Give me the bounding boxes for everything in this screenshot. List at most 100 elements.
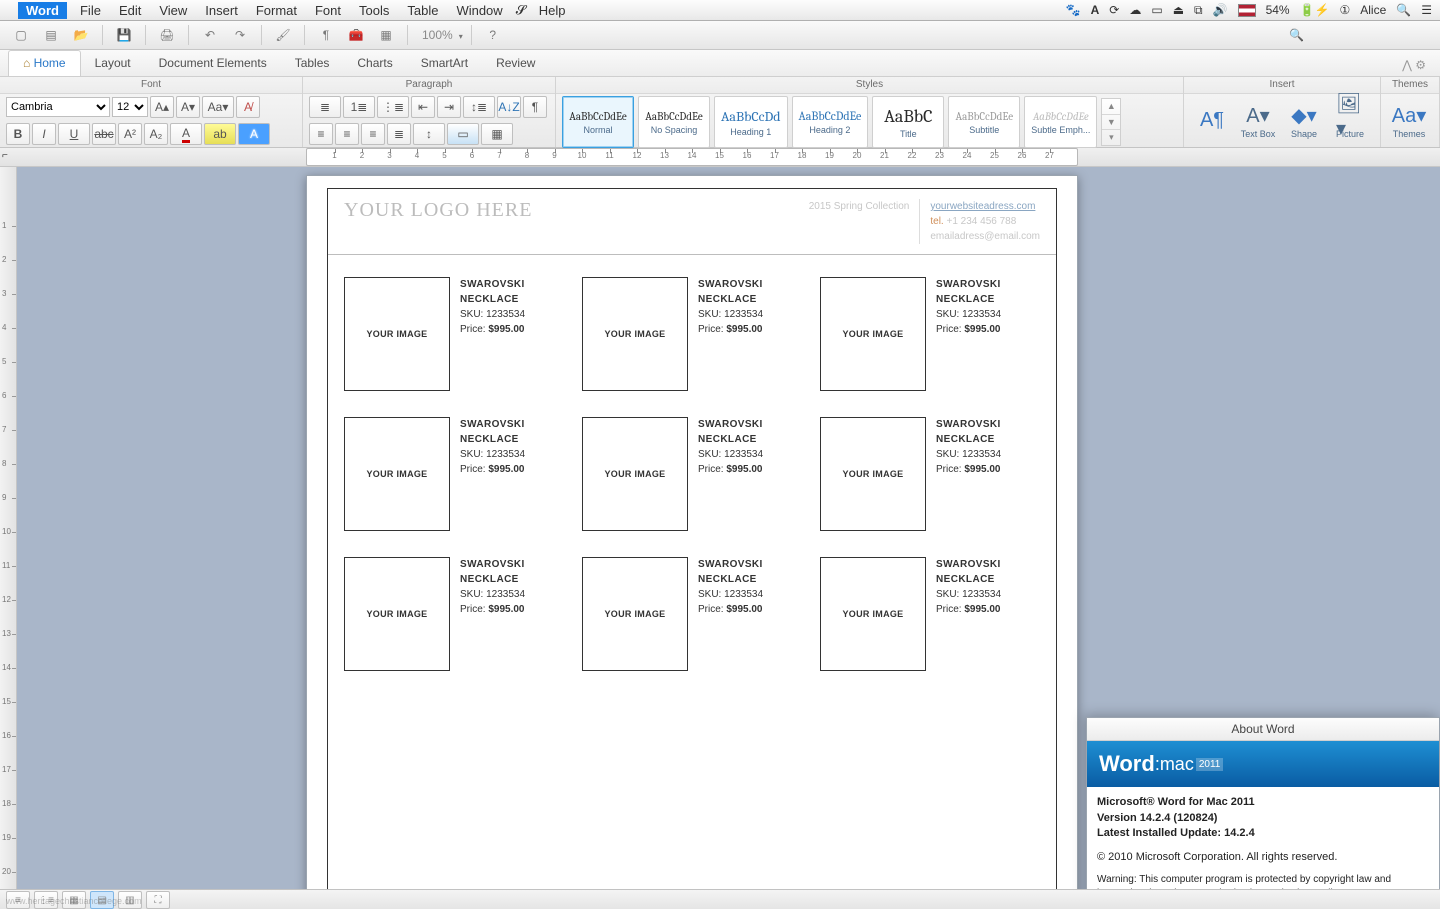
pilcrow-icon[interactable]: ¶ bbox=[523, 96, 547, 118]
product-card[interactable]: YOUR IMAGESWAROVSKINECKLACESKU: 1233534P… bbox=[820, 277, 1040, 391]
redo-icon[interactable]: ↷ bbox=[227, 23, 253, 47]
image-placeholder[interactable]: YOUR IMAGE bbox=[582, 277, 688, 391]
indent-dec-icon[interactable]: ⇤ bbox=[411, 96, 435, 118]
clock-icon[interactable]: ① bbox=[1340, 3, 1351, 17]
sort-icon[interactable]: A↓Z bbox=[497, 96, 521, 118]
image-placeholder[interactable]: YOUR IMAGE bbox=[344, 417, 450, 531]
volume-icon[interactable]: 🔊 bbox=[1213, 3, 1228, 17]
status-icon-eject[interactable]: ⏏ bbox=[1173, 3, 1184, 17]
superscript-icon[interactable]: A² bbox=[118, 123, 142, 145]
product-card[interactable]: YOUR IMAGESWAROVSKINECKLACESKU: 1233534P… bbox=[582, 557, 802, 671]
menu-format[interactable]: Format bbox=[247, 3, 306, 18]
align-left-icon[interactable]: ≡ bbox=[309, 123, 333, 145]
save-icon[interactable]: 💾 bbox=[111, 23, 137, 47]
style-heading-2[interactable]: AaBbCcDdEeHeading 2 bbox=[792, 96, 869, 148]
menu-file[interactable]: File bbox=[71, 3, 110, 18]
style-title[interactable]: AaBbCTitle bbox=[872, 96, 944, 148]
grow-font-icon[interactable]: A▴ bbox=[150, 96, 174, 118]
align-right-icon[interactable]: ≡ bbox=[361, 123, 385, 145]
picture-button[interactable]: 🖼▾Picture bbox=[1328, 98, 1372, 144]
image-placeholder[interactable]: YOUR IMAGE bbox=[344, 557, 450, 671]
product-card[interactable]: YOUR IMAGESWAROVSKINECKLACESKU: 1233534P… bbox=[344, 277, 564, 391]
line-spacing2-icon[interactable]: ↕ bbox=[413, 123, 445, 145]
view-fullscreen-icon[interactable]: ⛶ bbox=[146, 891, 170, 909]
menu-window[interactable]: Window bbox=[447, 3, 511, 18]
underline-icon[interactable]: U bbox=[58, 123, 90, 145]
template-icon[interactable]: ▤ bbox=[38, 23, 64, 47]
tab-selector-icon[interactable]: ⌐ bbox=[2, 150, 8, 161]
tab-home[interactable]: Home bbox=[8, 50, 81, 76]
gallery-icon[interactable]: ▦ bbox=[373, 23, 399, 47]
shape-button[interactable]: ◆▾Shape bbox=[1282, 98, 1326, 144]
logo-placeholder[interactable]: YOUR LOGO HERE bbox=[344, 199, 532, 222]
align-center-icon[interactable]: ≡ bbox=[335, 123, 359, 145]
highlight-icon[interactable]: ab bbox=[204, 123, 236, 145]
style-normal[interactable]: AaBbCcDdEeNormal bbox=[562, 96, 634, 148]
change-case-icon[interactable]: Aa▾ bbox=[202, 96, 234, 118]
style-no-spacing[interactable]: AaBbCcDdEeNo Spacing bbox=[638, 96, 710, 148]
product-card[interactable]: YOUR IMAGESWAROVSKINECKLACESKU: 1233534P… bbox=[582, 417, 802, 531]
multilevel-icon[interactable]: ⋮≣ bbox=[377, 96, 409, 118]
script-icon[interactable]: 𝓢 bbox=[516, 2, 526, 18]
user-name[interactable]: Alice bbox=[1360, 3, 1386, 17]
menu-view[interactable]: View bbox=[150, 3, 196, 18]
app-name[interactable]: Word bbox=[18, 2, 67, 19]
image-placeholder[interactable]: YOUR IMAGE bbox=[820, 557, 926, 671]
image-placeholder[interactable]: YOUR IMAGE bbox=[344, 277, 450, 391]
product-card[interactable]: YOUR IMAGESWAROVSKINECKLACESKU: 1233534P… bbox=[344, 557, 564, 671]
font-color-icon[interactable]: A bbox=[170, 123, 202, 145]
search-input[interactable] bbox=[1308, 27, 1432, 44]
justify-icon[interactable]: ≣ bbox=[387, 123, 411, 145]
themes-button[interactable]: Aa▾Themes bbox=[1387, 98, 1431, 144]
clear-format-icon[interactable]: A̸ bbox=[236, 96, 260, 118]
new-doc-icon[interactable]: ▢ bbox=[8, 23, 34, 47]
line-spacing-icon[interactable]: ↕≣ bbox=[463, 96, 495, 118]
product-card[interactable]: YOUR IMAGESWAROVSKINECKLACESKU: 1233534P… bbox=[820, 557, 1040, 671]
textbox-button[interactable]: A▾Text Box bbox=[1236, 98, 1280, 144]
notification-icon[interactable]: ☰ bbox=[1421, 3, 1432, 17]
menu-table[interactable]: Table bbox=[398, 3, 447, 18]
tab-tables[interactable]: Tables bbox=[281, 51, 344, 76]
font-size-select[interactable]: 12 bbox=[112, 97, 148, 117]
horizontal-ruler[interactable]: 1234567891011121314151617181920212223242… bbox=[306, 148, 1078, 166]
borders-icon[interactable]: ▦ bbox=[481, 123, 513, 145]
indent-inc-icon[interactable]: ⇥ bbox=[437, 96, 461, 118]
status-icon-cloud[interactable]: ☁ bbox=[1129, 3, 1141, 17]
show-hide-icon[interactable]: ¶ bbox=[313, 23, 339, 47]
image-placeholder[interactable]: YOUR IMAGE bbox=[582, 417, 688, 531]
tab-layout[interactable]: Layout bbox=[81, 51, 145, 76]
shading-icon[interactable]: ▭ bbox=[447, 123, 479, 145]
menu-font[interactable]: Font bbox=[306, 3, 350, 18]
strike-icon[interactable]: abc bbox=[92, 123, 116, 145]
text-effects-icon[interactable]: A bbox=[238, 123, 270, 145]
style-heading-1[interactable]: AaBbCcDdHeading 1 bbox=[714, 96, 788, 148]
undo-icon[interactable]: ↶ bbox=[197, 23, 223, 47]
image-placeholder[interactable]: YOUR IMAGE bbox=[820, 277, 926, 391]
bullets-icon[interactable]: ≣ bbox=[309, 96, 341, 118]
menu-tools[interactable]: Tools bbox=[350, 3, 398, 18]
flag-icon[interactable] bbox=[1238, 4, 1256, 17]
status-icon-display[interactable]: ▭ bbox=[1151, 3, 1162, 17]
about-titlebar[interactable]: About Word bbox=[1087, 718, 1439, 741]
zoom-dropdown-icon[interactable] bbox=[457, 28, 463, 42]
menu-edit[interactable]: Edit bbox=[110, 3, 150, 18]
product-card[interactable]: YOUR IMAGESWAROVSKINECKLACESKU: 1233534P… bbox=[582, 277, 802, 391]
tab-smartart[interactable]: SmartArt bbox=[407, 51, 482, 76]
bold-icon[interactable]: B bbox=[6, 123, 30, 145]
ribbon-collapse-icon[interactable]: ⋀ ⚙ bbox=[1396, 54, 1432, 76]
wifi-icon[interactable]: ⧉ bbox=[1194, 3, 1203, 18]
style-subtle-emph-[interactable]: AaBbCcDdEeSubtle Emph... bbox=[1024, 96, 1097, 148]
tab-document-elements[interactable]: Document Elements bbox=[145, 51, 281, 76]
style-subtitle[interactable]: AaBbCcDdEeSubtitle bbox=[948, 96, 1020, 148]
subscript-icon[interactable]: A₂ bbox=[144, 123, 168, 145]
shrink-font-icon[interactable]: A▾ bbox=[176, 96, 200, 118]
styles-pane-icon[interactable]: A¶ bbox=[1190, 98, 1234, 144]
tab-charts[interactable]: Charts bbox=[343, 51, 406, 76]
product-card[interactable]: YOUR IMAGESWAROVSKINECKLACESKU: 1233534P… bbox=[820, 417, 1040, 531]
font-name-select[interactable]: Cambria bbox=[6, 97, 110, 117]
status-icon-1[interactable]: 🐾 bbox=[1066, 3, 1081, 17]
menu-insert[interactable]: Insert bbox=[196, 3, 247, 18]
italic-icon[interactable]: I bbox=[32, 123, 56, 145]
status-icon-2[interactable]: A bbox=[1091, 3, 1100, 17]
styles-pager[interactable]: ▲▼▾ bbox=[1101, 98, 1121, 146]
